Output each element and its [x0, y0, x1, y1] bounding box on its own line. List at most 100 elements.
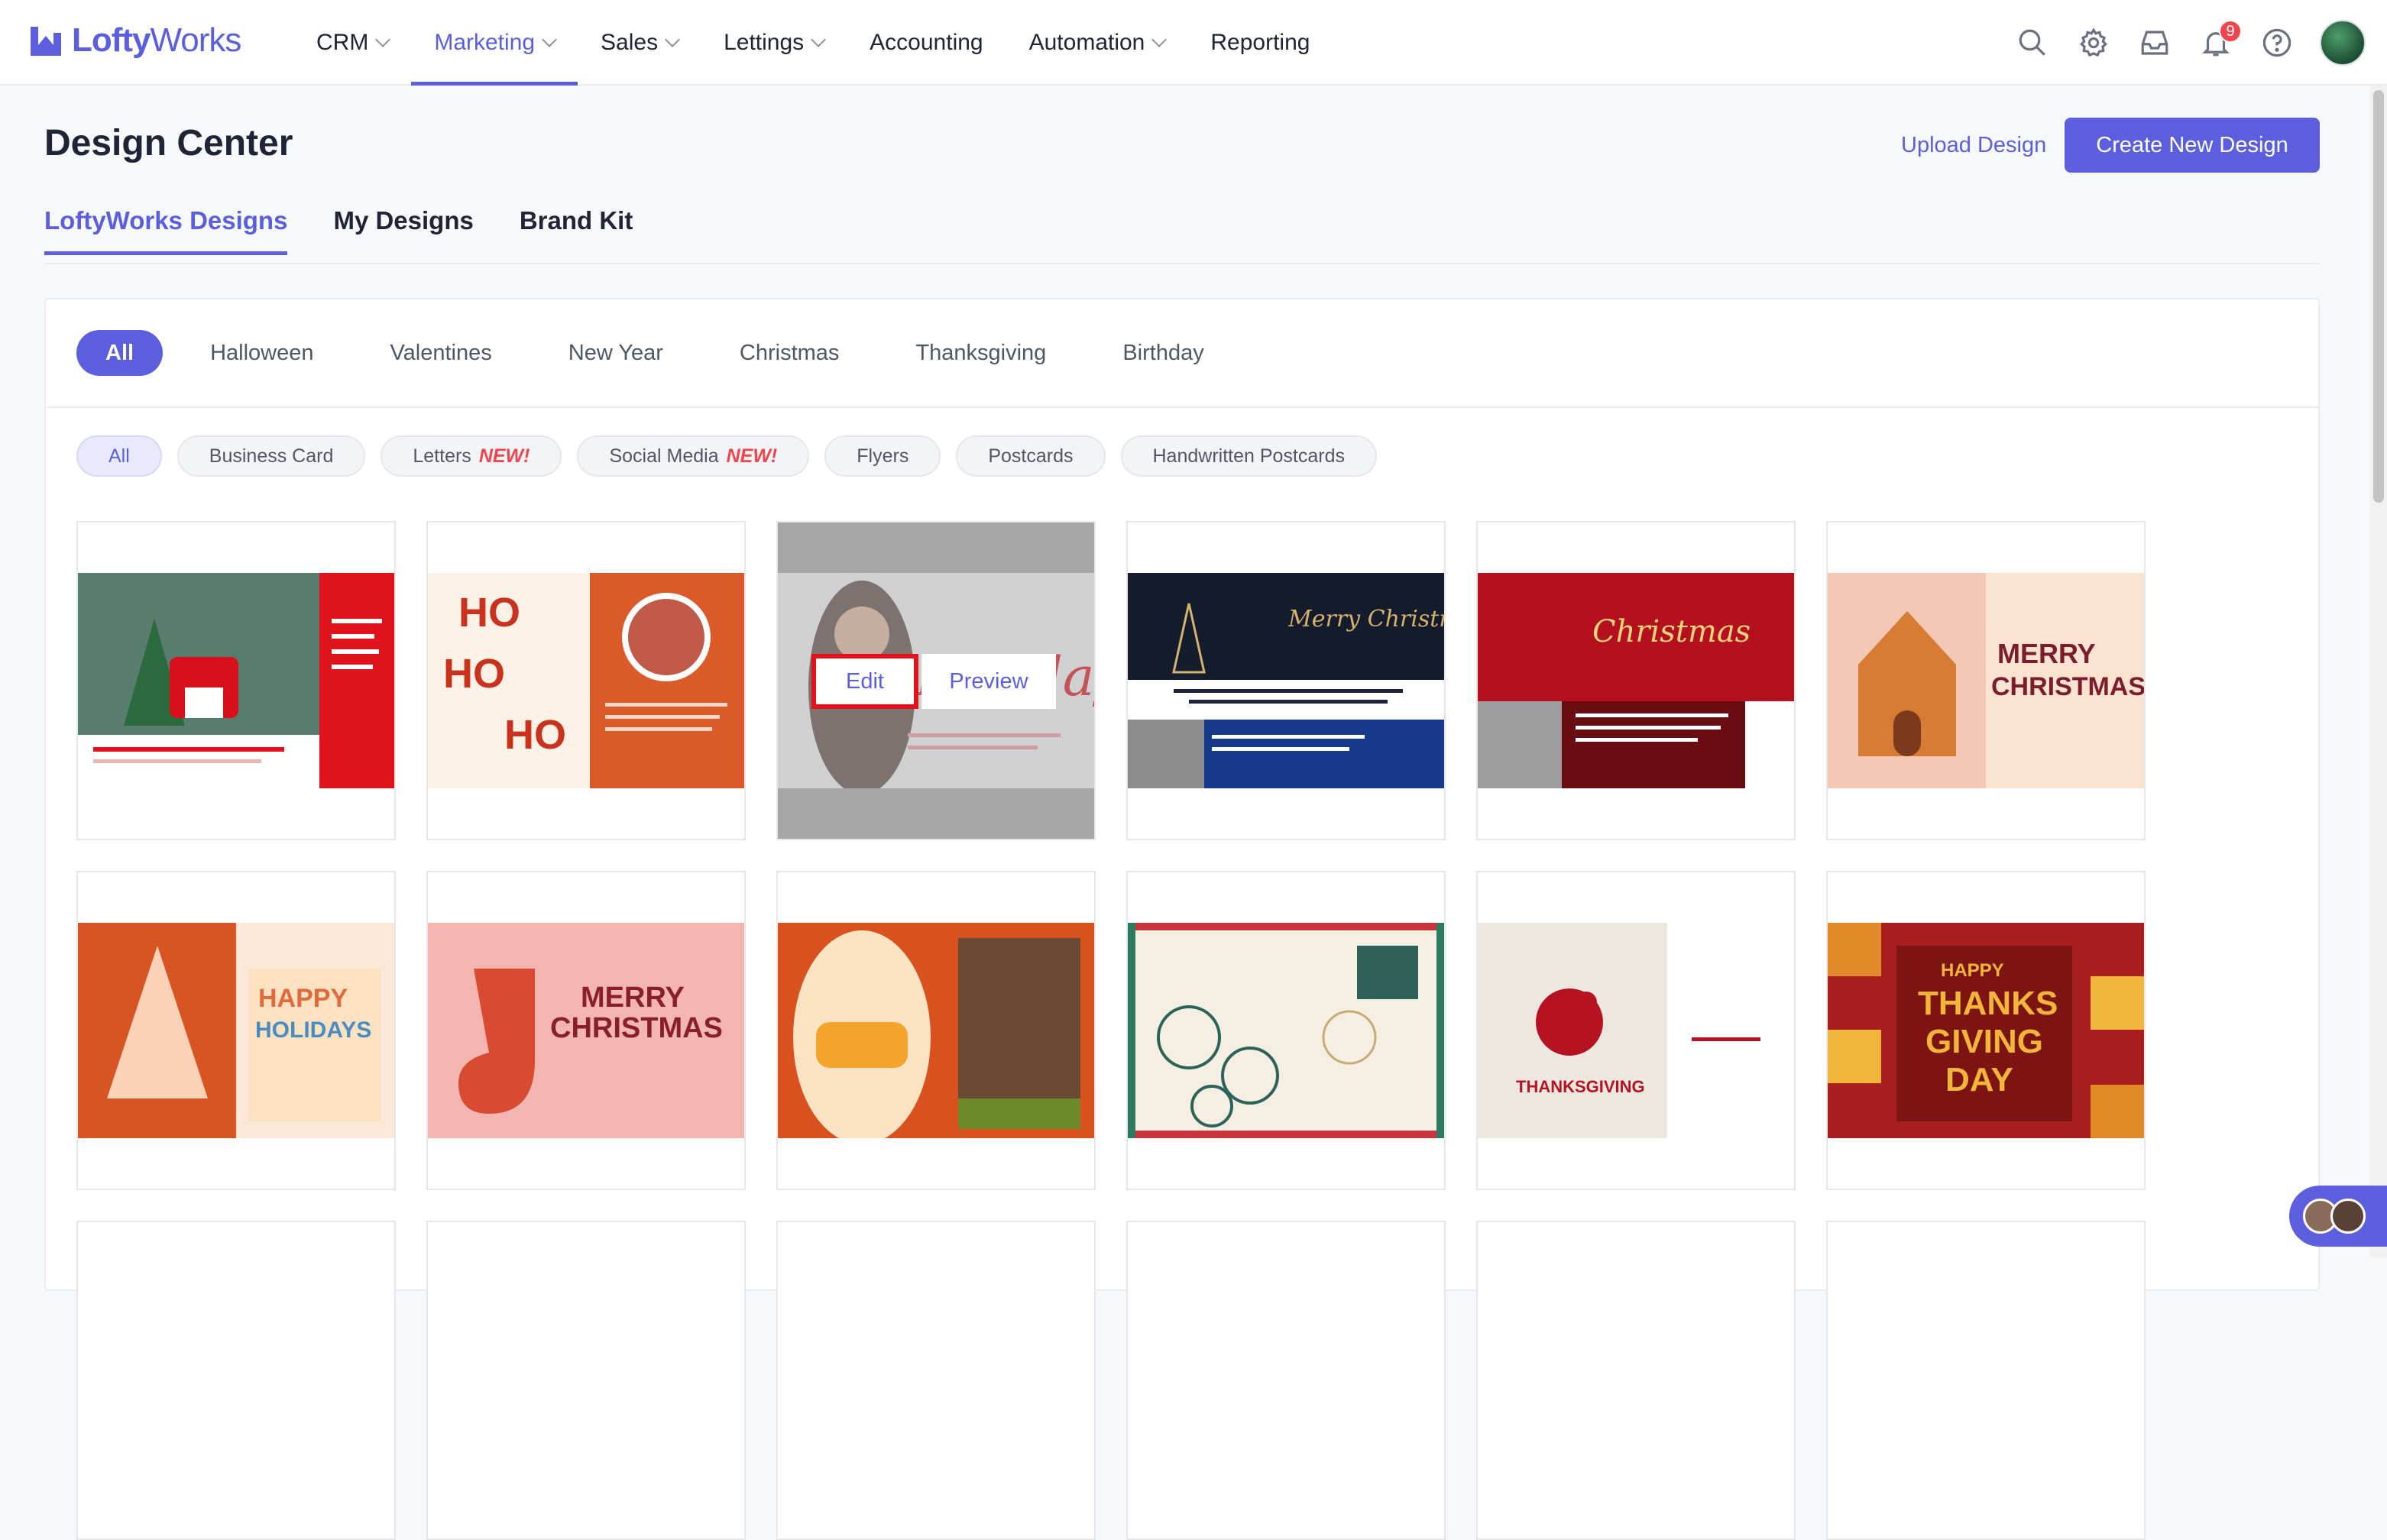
- designs-panel: All Halloween Valentines New Year Christ…: [44, 298, 2320, 1540]
- user-avatar[interactable]: [2320, 20, 2366, 66]
- gear-icon: [2079, 28, 2108, 57]
- type-label: Postcards: [988, 445, 1074, 467]
- create-new-design-button[interactable]: Create New Design: [2065, 118, 2320, 173]
- design-thumbnail: THANKSGIVING: [1478, 923, 1794, 1138]
- type-social-media[interactable]: Social Media NEW!: [577, 435, 810, 477]
- svg-text:HOLIDAYS: HOLIDAYS: [255, 1017, 371, 1043]
- design-card-row3-5[interactable]: [1476, 1221, 1796, 1540]
- type-flyers[interactable]: Flyers: [824, 435, 941, 477]
- category-christmas[interactable]: Christmas: [711, 330, 869, 376]
- new-badge: NEW!: [726, 445, 778, 467]
- category-birthday[interactable]: Birthday: [1093, 330, 1232, 376]
- tab-loftyworks-designs[interactable]: LoftyWorks Designs: [44, 206, 288, 255]
- notification-badge: 9: [2219, 20, 2242, 43]
- nav-label: Reporting: [1210, 30, 1310, 55]
- agent-avatar: [2330, 1199, 2366, 1234]
- type-letters[interactable]: Letters NEW!: [381, 435, 562, 477]
- nav-item-sales[interactable]: Sales: [578, 0, 701, 86]
- svg-text:THANKS: THANKS: [1918, 985, 2058, 1022]
- design-card-gingerbread-merry-christmas[interactable]: MERRY CHRISTMAS: [1826, 521, 2146, 840]
- nav-label: Accounting: [870, 30, 983, 55]
- svg-text:CHRISTMAS: CHRISTMAS: [550, 1012, 723, 1044]
- svg-text:CHRISTMAS: CHRISTMAS: [1991, 672, 2144, 701]
- inbox-button[interactable]: [2124, 12, 2185, 73]
- design-tabs: LoftyWorks Designs My Designs Brand Kit: [44, 206, 633, 255]
- design-card-happy-holidays-woman[interactable]: Holidays Edit Preview: [776, 521, 1096, 840]
- search-icon: [2019, 29, 2045, 56]
- design-card-merry-christmas-red[interactable]: Christmas: [1476, 521, 1796, 840]
- design-thumbnail: HO HO HO: [428, 573, 744, 788]
- design-card-row3-1[interactable]: [76, 1221, 396, 1540]
- nav-label: Marketing: [434, 30, 536, 55]
- nav-item-marketing[interactable]: Marketing: [411, 0, 578, 86]
- nav-label: CRM: [316, 30, 369, 55]
- scrollbar-thumb[interactable]: [2373, 90, 2384, 503]
- category-new-year[interactable]: New Year: [539, 330, 692, 376]
- svg-text:THANKSGIVING: THANKSGIVING: [1516, 1077, 1645, 1096]
- design-card-happy-thanksgiving-day[interactable]: HAPPY THANKS GIVING DAY: [1826, 871, 2146, 1190]
- svg-text:HO: HO: [443, 651, 505, 697]
- nav-item-lettings[interactable]: Lettings: [701, 0, 847, 86]
- design-card-row3-2[interactable]: [426, 1221, 746, 1540]
- type-business-card[interactable]: Business Card: [177, 435, 366, 477]
- tab-my-designs[interactable]: My Designs: [333, 206, 473, 255]
- header-tools: 9: [2002, 0, 2387, 86]
- type-label: Handwritten Postcards: [1152, 445, 1346, 467]
- main-nav: CRM Marketing Sales Lettings Accounting …: [293, 0, 1333, 86]
- tabs-divider: [44, 263, 2320, 264]
- design-card-happy-holidays-tree[interactable]: HAPPY HOLIDAYS: [76, 871, 396, 1190]
- nav-item-crm[interactable]: CRM: [293, 0, 411, 86]
- type-all[interactable]: All: [76, 435, 162, 477]
- nav-item-accounting[interactable]: Accounting: [847, 0, 1006, 86]
- loftyworks-logo[interactable]: LoftyWorks: [28, 21, 241, 60]
- design-card-row3-4[interactable]: [1126, 1221, 1446, 1540]
- design-thumbnail: Christmas: [1478, 573, 1794, 788]
- category-thanksgiving[interactable]: Thanksgiving: [886, 330, 1075, 376]
- search-button[interactable]: [2002, 12, 2063, 73]
- design-card-merry-christmas-navy[interactable]: Merry Christmas: [1126, 521, 1446, 840]
- design-card-car-merry-christmas[interactable]: [776, 871, 1096, 1190]
- type-label: Flyers: [857, 445, 909, 467]
- design-card-row3-6[interactable]: [1826, 1221, 2146, 1540]
- preview-design-button[interactable]: Preview: [921, 654, 1056, 709]
- svg-text:HO: HO: [504, 712, 566, 758]
- design-thumbnail: Merry Christmas: [1128, 573, 1444, 788]
- svg-text:HAPPY: HAPPY: [1941, 960, 2004, 981]
- design-card-stocking-merry-christmas[interactable]: MERRY CHRISTMAS: [426, 871, 746, 1190]
- edit-design-button[interactable]: Edit: [811, 654, 918, 709]
- chevron-down-icon: [1151, 32, 1168, 47]
- category-all[interactable]: All: [76, 330, 164, 376]
- svg-text:HAPPY: HAPPY: [258, 984, 348, 1013]
- nav-item-reporting[interactable]: Reporting: [1187, 0, 1333, 86]
- logo-text-bold: Lofty: [72, 21, 151, 59]
- svg-text:HO: HO: [458, 590, 520, 636]
- logo-icon: [31, 27, 61, 56]
- type-label: All: [108, 445, 130, 467]
- design-card-row3-3[interactable]: [776, 1221, 1096, 1540]
- category-filters: All Halloween Valentines New Year Christ…: [76, 330, 1252, 376]
- support-chat-button[interactable]: [2289, 1186, 2387, 1247]
- help-icon: [2262, 28, 2291, 57]
- settings-button[interactable]: [2063, 12, 2124, 73]
- notifications-button[interactable]: 9: [2185, 12, 2246, 73]
- design-card-ho-ho-ho[interactable]: HO HO HO: [426, 521, 746, 840]
- design-type-filters: All Business Card Letters NEW! Social Med…: [76, 435, 1392, 477]
- upload-design-link[interactable]: Upload Design: [1901, 133, 2046, 158]
- category-halloween[interactable]: Halloween: [181, 330, 342, 376]
- type-postcards[interactable]: Postcards: [956, 435, 1106, 477]
- nav-item-automation[interactable]: Automation: [1006, 0, 1188, 86]
- category-valentines[interactable]: Valentines: [361, 330, 520, 376]
- design-card-ornaments-postcard[interactable]: [1126, 871, 1446, 1190]
- help-button[interactable]: [2246, 12, 2308, 73]
- design-card-thanksgiving-turkey[interactable]: THANKSGIVING: [1476, 871, 1796, 1190]
- design-card-christmas-house-gift[interactable]: [76, 521, 396, 840]
- chevron-down-icon: [375, 32, 391, 47]
- svg-text:MERRY: MERRY: [1997, 638, 2096, 669]
- tab-brand-kit[interactable]: Brand Kit: [520, 206, 633, 255]
- type-handwritten-postcards[interactable]: Handwritten Postcards: [1120, 435, 1378, 477]
- nav-label: Sales: [601, 30, 659, 55]
- top-navigation: LoftyWorks CRM Marketing Sales Lettings …: [0, 0, 2387, 86]
- type-label: Social Media: [609, 445, 719, 467]
- svg-text:GIVING: GIVING: [1925, 1023, 2043, 1060]
- design-thumbnail: MERRY CHRISTMAS: [428, 923, 744, 1138]
